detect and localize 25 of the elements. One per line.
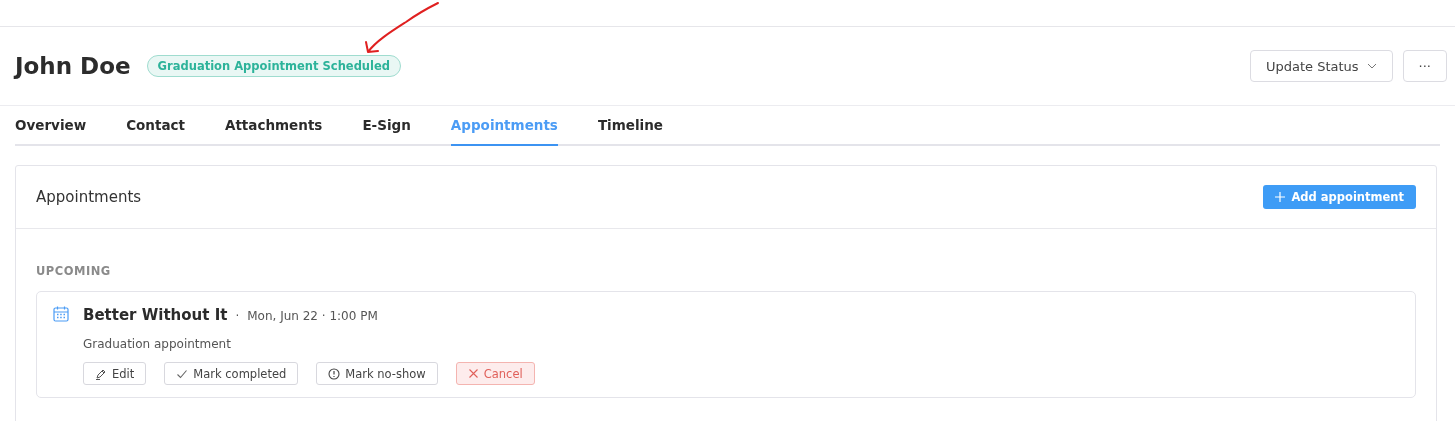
contact-name: John Doe xyxy=(15,53,131,79)
status-badge: Graduation Appointment Scheduled xyxy=(146,55,402,77)
separator: · xyxy=(235,309,240,323)
tab[interactable]: Timeline xyxy=(597,106,663,146)
plus-icon xyxy=(1275,192,1286,202)
tab[interactable]: Overview xyxy=(15,106,87,146)
tab[interactable]: Attachments xyxy=(224,106,323,146)
appointment-description: Graduation appointment xyxy=(83,337,232,351)
tab[interactable]: E-Sign xyxy=(362,106,411,146)
update-status-button[interactable]: Update Status xyxy=(1249,50,1393,82)
check-icon xyxy=(176,367,189,380)
tab[interactable]: Contact xyxy=(126,106,185,146)
appointment-title: Better Without It xyxy=(83,306,228,324)
no-show-button[interactable]: Mark no-show xyxy=(316,362,438,385)
calendar-icon xyxy=(53,306,69,322)
appointment-time: Mon, Jun 22 · 1:00 PM xyxy=(247,309,378,323)
more-button[interactable]: ··· xyxy=(1402,50,1447,82)
chevron-down-icon xyxy=(1366,63,1377,69)
edit-button[interactable]: Edit xyxy=(83,362,147,385)
close-icon xyxy=(467,368,479,379)
pencil-icon xyxy=(95,367,107,380)
panel-title: Appointments xyxy=(36,188,142,206)
exclamation-circle-icon xyxy=(328,367,341,380)
section-heading: UPCOMING xyxy=(36,264,112,278)
complete-button[interactable]: Mark completed xyxy=(164,362,299,385)
